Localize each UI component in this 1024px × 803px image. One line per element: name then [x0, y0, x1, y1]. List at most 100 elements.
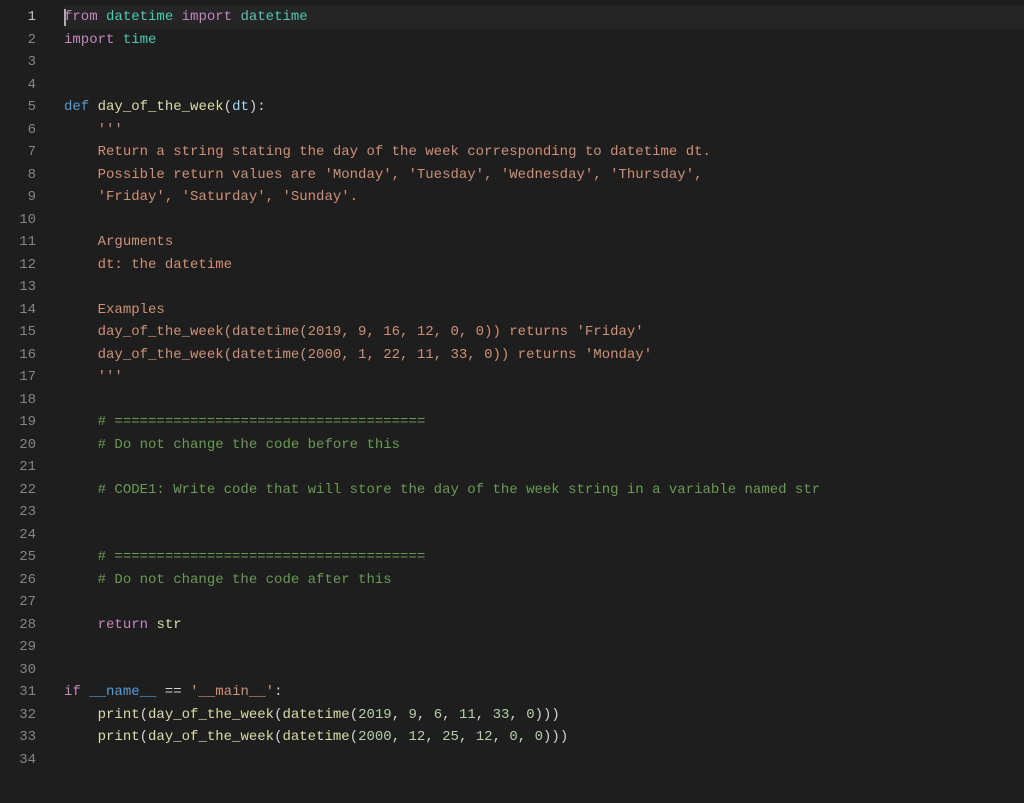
code-line[interactable]: # Do not change the code before this [64, 434, 1024, 457]
code-token: datetime [106, 9, 173, 25]
code-token: # ===================================== [98, 414, 426, 430]
code-token: 'Friday', 'Saturday', 'Sunday'. [98, 189, 358, 205]
code-token: 9 [409, 707, 417, 723]
code-line[interactable]: print(day_of_the_week(datetime(2019, 9, … [64, 704, 1024, 727]
code-token: # CODE1: Write code that will store the … [98, 482, 821, 498]
code-token: if [64, 684, 81, 700]
code-line[interactable]: ''' [64, 366, 1024, 389]
code-area[interactable]: from datetime import datetimeimport time… [52, 0, 1024, 803]
code-token: day_of_the_week [148, 729, 274, 745]
line-number: 13 [0, 276, 52, 299]
code-token: dt: the datetime [98, 257, 232, 273]
line-number: 31 [0, 681, 52, 704]
code-token: import [182, 9, 232, 25]
line-number: 7 [0, 141, 52, 164]
line-number: 25 [0, 546, 52, 569]
code-token: return [98, 617, 148, 633]
code-line[interactable]: dt: the datetime [64, 254, 1024, 277]
code-token [64, 729, 98, 745]
code-token: ''' [98, 369, 123, 385]
code-line[interactable]: day_of_the_week(datetime(2000, 1, 22, 11… [64, 344, 1024, 367]
code-token [64, 302, 98, 318]
line-number: 17 [0, 366, 52, 389]
code-line[interactable]: print(day_of_the_week(datetime(2000, 12,… [64, 726, 1024, 749]
code-line[interactable] [64, 74, 1024, 97]
code-token: , [392, 729, 409, 745]
line-number: 34 [0, 749, 52, 772]
code-token [156, 684, 164, 700]
code-token: 0 [509, 729, 517, 745]
line-number: 19 [0, 411, 52, 434]
line-number: 10 [0, 209, 52, 232]
code-line[interactable]: def day_of_the_week(dt): [64, 96, 1024, 119]
code-token: , [518, 729, 535, 745]
code-line[interactable]: ''' [64, 119, 1024, 142]
code-editor[interactable]: 1234567891011121314151617181920212223242… [0, 0, 1024, 803]
code-token: , [417, 707, 434, 723]
code-line[interactable] [64, 749, 1024, 772]
code-token: 12 [409, 729, 426, 745]
code-token [64, 347, 98, 363]
code-token [64, 414, 98, 430]
code-line[interactable]: if __name__ == '__main__': [64, 681, 1024, 704]
code-token: 0 [535, 729, 543, 745]
code-line[interactable]: Arguments [64, 231, 1024, 254]
line-number: 33 [0, 726, 52, 749]
line-number: 12 [0, 254, 52, 277]
code-token [64, 549, 98, 565]
code-line[interactable] [64, 276, 1024, 299]
code-token: # ===================================== [98, 549, 426, 565]
text-cursor [64, 9, 66, 26]
code-token [98, 9, 106, 25]
code-token: ''' [98, 122, 123, 138]
code-line[interactable] [64, 591, 1024, 614]
code-line[interactable] [64, 51, 1024, 74]
code-line[interactable] [64, 456, 1024, 479]
code-line[interactable]: Examples [64, 299, 1024, 322]
code-line[interactable]: Return a string stating the day of the w… [64, 141, 1024, 164]
code-line[interactable]: import time [64, 29, 1024, 52]
code-line[interactable] [64, 659, 1024, 682]
code-token: ( [350, 707, 358, 723]
line-number: 29 [0, 636, 52, 659]
code-token: : [257, 99, 265, 115]
code-line[interactable] [64, 389, 1024, 412]
code-line[interactable]: day_of_the_week(datetime(2019, 9, 16, 12… [64, 321, 1024, 344]
line-number: 18 [0, 389, 52, 412]
code-line[interactable]: Possible return values are 'Monday', 'Tu… [64, 164, 1024, 187]
code-token: , [442, 707, 459, 723]
code-token: str [156, 617, 181, 633]
code-token: ( [350, 729, 358, 745]
code-token: , [392, 707, 409, 723]
code-line[interactable]: # ===================================== [64, 546, 1024, 569]
code-line[interactable] [64, 636, 1024, 659]
code-line[interactable] [64, 524, 1024, 547]
line-number: 5 [0, 96, 52, 119]
code-line[interactable]: # CODE1: Write code that will store the … [64, 479, 1024, 502]
line-number: 3 [0, 51, 52, 74]
code-token: ))) [543, 729, 568, 745]
code-line[interactable] [64, 209, 1024, 232]
line-number: 14 [0, 299, 52, 322]
code-line[interactable] [64, 501, 1024, 524]
code-token [64, 482, 98, 498]
code-token [173, 9, 181, 25]
code-token: , [459, 729, 476, 745]
line-number: 23 [0, 501, 52, 524]
code-line[interactable]: 'Friday', 'Saturday', 'Sunday'. [64, 186, 1024, 209]
line-number: 9 [0, 186, 52, 209]
code-token: 11 [459, 707, 476, 723]
code-token [64, 234, 98, 250]
line-number: 30 [0, 659, 52, 682]
code-token: 33 [493, 707, 510, 723]
code-token: , [476, 707, 493, 723]
code-token: Return a string stating the day of the w… [98, 144, 711, 160]
code-line[interactable]: from datetime import datetime [64, 6, 1024, 29]
code-line[interactable]: return str [64, 614, 1024, 637]
code-line[interactable]: # Do not change the code after this [64, 569, 1024, 592]
code-token: ( [224, 99, 232, 115]
code-token [114, 32, 122, 48]
line-number: 6 [0, 119, 52, 142]
code-line[interactable]: # ===================================== [64, 411, 1024, 434]
code-token: Possible return values are 'Monday', 'Tu… [98, 167, 703, 183]
